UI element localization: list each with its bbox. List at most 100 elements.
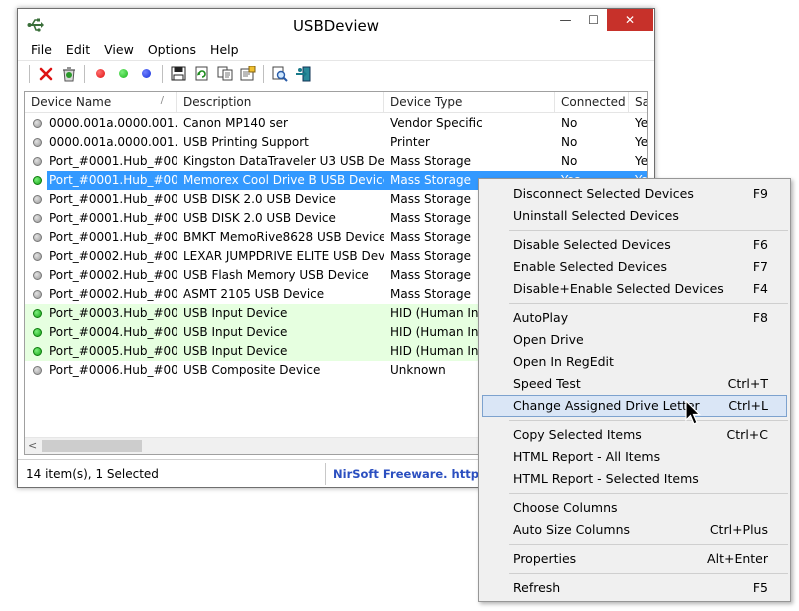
menu-item-autoplay[interactable]: AutoPlay F8: [479, 307, 790, 329]
device-connected: No: [561, 116, 578, 130]
menu-item-label: Disable Selected Devices: [513, 237, 671, 252]
table-row[interactable]: Port_#0001.Hub_#0003 Kingston DataTravele…: [25, 152, 647, 171]
exit-button[interactable]: [291, 63, 314, 85]
menu-separator: [509, 230, 788, 231]
menu-view[interactable]: View: [97, 40, 141, 60]
green-status-dot-icon: [33, 347, 42, 356]
enable-button[interactable]: [112, 63, 135, 85]
menu-item-shortcut: F5: [752, 580, 768, 595]
menu-item-label: Copy Selected Items: [513, 427, 642, 442]
device-description: USB Input Device: [183, 344, 288, 358]
device-name: Port_#0002.Hub_#0003: [49, 287, 177, 301]
device-connected: No: [561, 154, 578, 168]
column-header-device-name[interactable]: Device Name /: [25, 92, 177, 113]
menu-item-label: Disable+Enable Selected Devices: [513, 281, 724, 296]
menu-item-label: Disconnect Selected Devices: [513, 186, 694, 201]
menu-item-open-in-regedit[interactable]: Open In RegEdit: [479, 351, 790, 373]
menu-item-disable-enable-selected-devices[interactable]: Disable+Enable Selected Devices F4: [479, 278, 790, 300]
minimize-button[interactable]: —: [552, 9, 579, 31]
device-safe: Yes: [635, 116, 648, 130]
maximize-button[interactable]: ☐: [580, 9, 607, 31]
scroll-thumb[interactable]: [42, 440, 142, 452]
device-name: Port_#0001.Hub_#0003: [47, 171, 177, 190]
menu-item-auto-size-columns[interactable]: Auto Size Columns Ctrl+Plus: [479, 519, 790, 541]
menu-item-copy-selected-items[interactable]: Copy Selected Items Ctrl+C: [479, 424, 790, 446]
menu-item-shortcut: F4: [752, 281, 768, 296]
menu-item-shortcut: F8: [752, 310, 768, 325]
mouse-cursor-icon: [685, 400, 701, 425]
gray-status-dot-icon: [33, 290, 42, 299]
menu-options[interactable]: Options: [141, 40, 203, 60]
copy-button[interactable]: [213, 63, 236, 85]
refresh-button[interactable]: [190, 63, 213, 85]
menu-item-label: Change Assigned Drive Letter: [513, 398, 700, 413]
device-safe: Yes: [635, 135, 648, 149]
close-button[interactable]: ✕: [607, 9, 653, 31]
menu-item-open-drive[interactable]: Open Drive: [479, 329, 790, 351]
green-status-dot-icon: [33, 176, 42, 185]
menu-item-speed-test[interactable]: Speed Test Ctrl+T: [479, 373, 790, 395]
column-label: Device Name: [31, 95, 112, 109]
find-button[interactable]: [268, 63, 291, 85]
table-row[interactable]: 0000.001a.0000.001.00... USB Printing Sup…: [25, 133, 648, 152]
device-description: Memorex Cool Drive B USB Device: [177, 171, 384, 190]
device-description: USB DISK 2.0 USB Device: [183, 211, 336, 225]
save-icon: [171, 66, 186, 81]
gray-status-dot-icon: [33, 195, 42, 204]
menu-item-properties[interactable]: Properties Alt+Enter: [479, 548, 790, 570]
toolbar-separator: [84, 64, 85, 83]
column-header-description[interactable]: Description: [177, 92, 384, 113]
menu-item-html-report-selected-items[interactable]: HTML Report - Selected Items: [479, 468, 790, 490]
refresh-icon: [195, 66, 208, 81]
menu-item-enable-selected-devices[interactable]: Enable Selected Devices F7: [479, 256, 790, 278]
device-description: USB Printing Support: [183, 135, 309, 149]
device-description: ASMT 2105 USB Device: [183, 287, 325, 301]
device-name: Port_#0005.Hub_#0005: [49, 344, 177, 358]
menu-separator: [509, 573, 788, 574]
menu-item-shortcut: F6: [752, 237, 768, 252]
disconnect-button[interactable]: [34, 63, 57, 85]
table-row[interactable]: 0000.001a.0000.001.00... Canon MP140 ser V…: [25, 114, 648, 133]
menu-help[interactable]: Help: [203, 40, 246, 60]
menu-item-label: Open Drive: [513, 332, 584, 347]
device-description: LEXAR JUMPDRIVE ELITE USB Device: [183, 249, 384, 263]
menu-item-disconnect-selected-devices[interactable]: Disconnect Selected Devices F9: [479, 183, 790, 205]
title-bar[interactable]: USBDeview — ☐ ✕: [18, 9, 654, 40]
uninstall-button[interactable]: [57, 63, 80, 85]
close-red-x-icon: [39, 67, 52, 80]
menu-separator: [509, 544, 788, 545]
menu-item-html-report-all-items[interactable]: HTML Report - All Items: [479, 446, 790, 468]
menu-file[interactable]: File: [24, 40, 59, 60]
menu-item-label: Properties: [513, 551, 577, 566]
menu-item-disable-selected-devices[interactable]: Disable Selected Devices F6: [479, 234, 790, 256]
menu-item-refresh[interactable]: Refresh F5: [479, 577, 790, 599]
disable-enable-button[interactable]: [135, 63, 158, 85]
gray-status-dot-icon: [33, 157, 42, 166]
menu-bar: File Edit View Options Help: [18, 40, 654, 60]
device-name: Port_#0004.Hub_#0004: [49, 325, 177, 339]
menu-item-label: HTML Report - All Items: [513, 449, 661, 464]
menu-item-change-assigned-drive-letter[interactable]: Change Assigned Drive Letter Ctrl+L: [482, 395, 787, 417]
menu-item-choose-columns[interactable]: Choose Columns: [479, 497, 790, 519]
device-type: Printer: [390, 135, 430, 149]
disable-button[interactable]: [89, 63, 112, 85]
scroll-left-icon[interactable]: <: [28, 439, 37, 452]
sort-indicator-icon: /: [160, 95, 164, 106]
menu-item-label: Uninstall Selected Devices: [513, 208, 679, 223]
properties-button[interactable]: [236, 63, 259, 85]
column-header-safe[interactable]: Safe: [629, 92, 647, 113]
device-name: Port_#0003.Hub_#0003: [49, 306, 177, 320]
device-name: Port_#0001.Hub_#0003: [49, 211, 177, 225]
menu-item-uninstall-selected-devices[interactable]: Uninstall Selected Devices: [479, 205, 790, 227]
column-header-connected[interactable]: Connected: [555, 92, 629, 113]
menu-edit[interactable]: Edit: [59, 40, 97, 60]
status-item-count: 14 item(s), 1 Selected: [26, 467, 159, 481]
save-button[interactable]: [167, 63, 190, 85]
menu-item-label: HTML Report - Selected Items: [513, 471, 699, 486]
gray-status-dot-icon: [33, 119, 42, 128]
exit-icon: [295, 66, 310, 81]
device-description: Canon MP140 ser: [183, 116, 288, 130]
menu-separator: [509, 303, 788, 304]
column-header-device-type[interactable]: Device Type: [384, 92, 555, 113]
device-name: Port_#0001.Hub_#0003: [49, 192, 177, 206]
